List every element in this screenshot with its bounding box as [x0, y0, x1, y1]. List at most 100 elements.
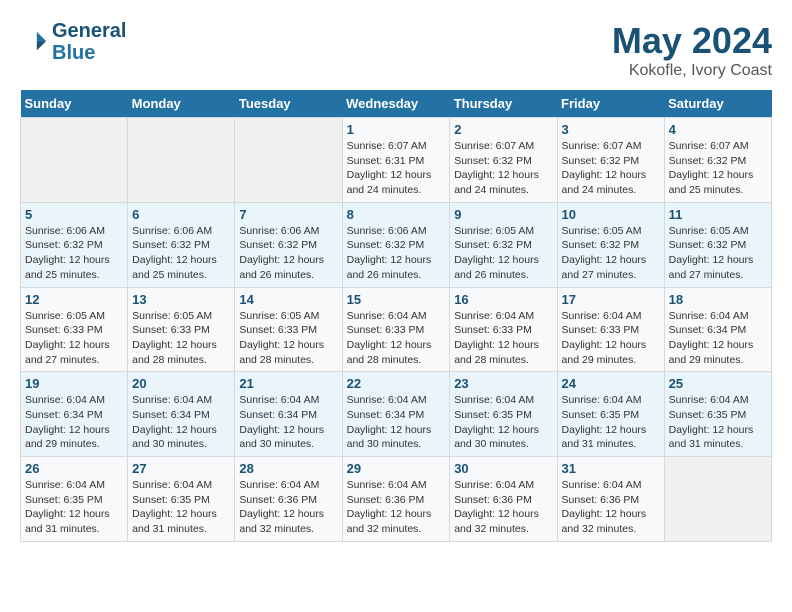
day-info: Sunrise: 6:06 AMSunset: 6:32 PMDaylight:… [25, 224, 123, 283]
calendar-day-cell: 31Sunrise: 6:04 AMSunset: 6:36 PMDayligh… [557, 457, 664, 542]
calendar-day-cell [235, 118, 342, 203]
day-info: Sunrise: 6:04 AMSunset: 6:35 PMDaylight:… [132, 478, 230, 537]
day-of-week-header: Tuesday [235, 90, 342, 118]
day-info: Sunrise: 6:05 AMSunset: 6:33 PMDaylight:… [132, 309, 230, 368]
calendar-day-cell: 9 Sunrise: 6:05 AMSunset: 6:32 PMDaylight… [450, 202, 557, 287]
calendar-day-cell: 11Sunrise: 6:05 AMSunset: 6:32 PMDayligh… [664, 202, 771, 287]
calendar-day-cell: 26 Sunrise: 6:04 AMSunset: 6:35 PMDayligh… [21, 457, 128, 542]
day-number: 21 [239, 376, 337, 391]
day-info: Sunrise: 6:04 AMSunset: 6:36 PMDaylight:… [347, 478, 446, 537]
day-info: Sunrise: 6:04 AMSunset: 6:35 PMDaylight:… [25, 478, 123, 537]
calendar-day-cell: 16Sunrise: 6:04 AMSunset: 6:33 PMDayligh… [450, 287, 557, 372]
logo-line2: Blue [52, 42, 126, 64]
day-info: Sunrise: 6:04 AMSunset: 6:35 PMDaylight:… [454, 393, 552, 452]
calendar-day-cell: 2Sunrise: 6:07 AMSunset: 6:32 PMDaylight… [450, 118, 557, 203]
day-number: 13 [132, 292, 230, 307]
calendar-week-row: 19 Sunrise: 6:04 AMSunset: 6:34 PMDayligh… [21, 372, 772, 457]
day-number: 10 [562, 207, 660, 222]
logo-line1: General [52, 20, 126, 42]
day-number: 3 [562, 122, 660, 137]
calendar-day-cell: 13 Sunrise: 6:05 AMSunset: 6:33 PMDayligh… [128, 287, 235, 372]
calendar-week-row: 5Sunrise: 6:06 AMSunset: 6:32 PMDaylight… [21, 202, 772, 287]
calendar-day-cell: 18Sunrise: 6:04 AMSunset: 6:34 PMDayligh… [664, 287, 771, 372]
day-number: 23 [454, 376, 552, 391]
title-block: May 2024 Kokofle, Ivory Coast [612, 20, 772, 80]
day-info: Sunrise: 6:04 AMSunset: 6:33 PMDaylight:… [562, 309, 660, 368]
day-number: 16 [454, 292, 552, 307]
calendar-day-cell: 17 Sunrise: 6:04 AMSunset: 6:33 PMDayligh… [557, 287, 664, 372]
calendar-day-cell: 24Sunrise: 6:04 AMSunset: 6:35 PMDayligh… [557, 372, 664, 457]
day-number: 4 [669, 122, 767, 137]
day-number: 15 [347, 292, 446, 307]
day-number: 30 [454, 461, 552, 476]
day-info: Sunrise: 6:04 AMSunset: 6:34 PMDaylight:… [25, 393, 123, 452]
day-info: Sunrise: 6:07 AMSunset: 6:32 PMDaylight:… [562, 139, 660, 198]
calendar-day-cell: 4 Sunrise: 6:07 AMSunset: 6:32 PMDaylight… [664, 118, 771, 203]
day-number: 11 [669, 207, 767, 222]
calendar-day-cell: 30 Sunrise: 6:04 AMSunset: 6:36 PMDayligh… [450, 457, 557, 542]
month-title: May 2024 [612, 20, 772, 62]
day-of-week-header: Wednesday [342, 90, 450, 118]
calendar-day-cell: 10Sunrise: 6:05 AMSunset: 6:32 PMDayligh… [557, 202, 664, 287]
calendar-day-cell: 7 Sunrise: 6:06 AMSunset: 6:32 PMDaylight… [235, 202, 342, 287]
calendar-table: SundayMondayTuesdayWednesdayThursdayFrid… [20, 90, 772, 542]
calendar-day-cell [21, 118, 128, 203]
day-number: 25 [669, 376, 767, 391]
day-number: 2 [454, 122, 552, 137]
day-of-week-header: Saturday [664, 90, 771, 118]
day-number: 12 [25, 292, 123, 307]
day-info: Sunrise: 6:07 AMSunset: 6:32 PMDaylight:… [669, 139, 767, 198]
day-number: 9 [454, 207, 552, 222]
calendar-day-cell [128, 118, 235, 203]
calendar-day-cell: 21 Sunrise: 6:04 AMSunset: 6:34 PMDayligh… [235, 372, 342, 457]
day-info: Sunrise: 6:07 AMSunset: 6:31 PMDaylight:… [347, 139, 446, 198]
day-info: Sunrise: 6:04 AMSunset: 6:35 PMDaylight:… [669, 393, 767, 452]
day-info: Sunrise: 6:04 AMSunset: 6:34 PMDaylight:… [347, 393, 446, 452]
calendar-day-cell: 14Sunrise: 6:05 AMSunset: 6:33 PMDayligh… [235, 287, 342, 372]
day-number: 28 [239, 461, 337, 476]
calendar-day-cell: 20 Sunrise: 6:04 AMSunset: 6:34 PMDayligh… [128, 372, 235, 457]
day-info: Sunrise: 6:04 AMSunset: 6:36 PMDaylight:… [562, 478, 660, 537]
day-number: 22 [347, 376, 446, 391]
calendar-body: 1Sunrise: 6:07 AMSunset: 6:31 PMDaylight… [21, 118, 772, 542]
day-number: 7 [239, 207, 337, 222]
calendar-day-cell: 5Sunrise: 6:06 AMSunset: 6:32 PMDaylight… [21, 202, 128, 287]
calendar-day-cell: 27 Sunrise: 6:04 AMSunset: 6:35 PMDayligh… [128, 457, 235, 542]
day-of-week-header: Friday [557, 90, 664, 118]
calendar-day-cell: 12 Sunrise: 6:05 AMSunset: 6:33 PMDayligh… [21, 287, 128, 372]
day-info: Sunrise: 6:06 AMSunset: 6:32 PMDaylight:… [239, 224, 337, 283]
day-info: Sunrise: 6:04 AMSunset: 6:34 PMDaylight:… [239, 393, 337, 452]
calendar-day-cell: 8Sunrise: 6:06 AMSunset: 6:32 PMDaylight… [342, 202, 450, 287]
calendar-day-cell: 25 Sunrise: 6:04 AMSunset: 6:35 PMDayligh… [664, 372, 771, 457]
calendar-header-row: SundayMondayTuesdayWednesdayThursdayFrid… [21, 90, 772, 118]
logo: General Blue [20, 20, 126, 64]
day-info: Sunrise: 6:05 AMSunset: 6:33 PMDaylight:… [25, 309, 123, 368]
calendar-day-cell: 22 Sunrise: 6:04 AMSunset: 6:34 PMDayligh… [342, 372, 450, 457]
day-number: 26 [25, 461, 123, 476]
calendar-day-cell: 19 Sunrise: 6:04 AMSunset: 6:34 PMDayligh… [21, 372, 128, 457]
calendar-week-row: 1Sunrise: 6:07 AMSunset: 6:31 PMDaylight… [21, 118, 772, 203]
calendar-week-row: 12 Sunrise: 6:05 AMSunset: 6:33 PMDayligh… [21, 287, 772, 372]
page-header: General Blue May 2024 Kokofle, Ivory Coa… [20, 20, 772, 80]
calendar-day-cell: 23 Sunrise: 6:04 AMSunset: 6:35 PMDayligh… [450, 372, 557, 457]
day-number: 20 [132, 376, 230, 391]
logo-icon [20, 28, 48, 56]
day-info: Sunrise: 6:04 AMSunset: 6:36 PMDaylight:… [454, 478, 552, 537]
day-info: Sunrise: 6:05 AMSunset: 6:32 PMDaylight:… [454, 224, 552, 283]
calendar-day-cell: 6 Sunrise: 6:06 AMSunset: 6:32 PMDaylight… [128, 202, 235, 287]
day-info: Sunrise: 6:04 AMSunset: 6:34 PMDaylight:… [132, 393, 230, 452]
day-number: 29 [347, 461, 446, 476]
day-info: Sunrise: 6:04 AMSunset: 6:36 PMDaylight:… [239, 478, 337, 537]
calendar-day-cell [664, 457, 771, 542]
day-number: 19 [25, 376, 123, 391]
calendar-day-cell: 29 Sunrise: 6:04 AMSunset: 6:36 PMDayligh… [342, 457, 450, 542]
day-info: Sunrise: 6:06 AMSunset: 6:32 PMDaylight:… [132, 224, 230, 283]
day-of-week-header: Sunday [21, 90, 128, 118]
day-number: 27 [132, 461, 230, 476]
calendar-week-row: 26 Sunrise: 6:04 AMSunset: 6:35 PMDayligh… [21, 457, 772, 542]
day-number: 14 [239, 292, 337, 307]
day-number: 18 [669, 292, 767, 307]
day-number: 24 [562, 376, 660, 391]
day-number: 17 [562, 292, 660, 307]
day-number: 6 [132, 207, 230, 222]
